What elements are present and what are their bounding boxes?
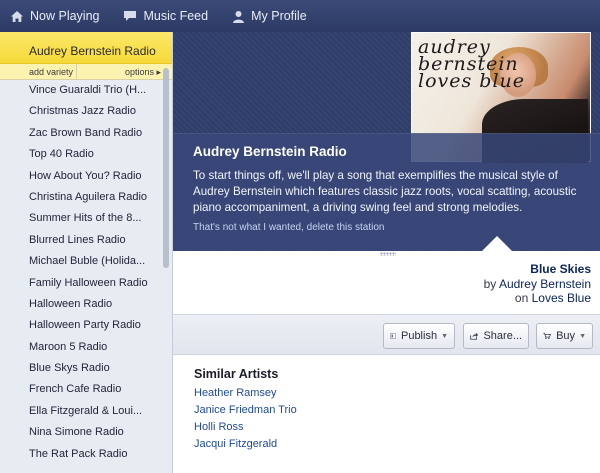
station-item[interactable]: Vince Guaraldi Trio (H...: [0, 80, 162, 101]
station-item[interactable]: Blurred Lines Radio: [0, 230, 162, 251]
speech-bubble-icon: [124, 11, 137, 21]
buy-label: Buy: [556, 330, 576, 342]
similar-artist-link[interactable]: Heather Ramsey: [194, 385, 297, 402]
track-toolbar: Publish ▼ Share... Buy ▼: [173, 314, 600, 355]
station-item[interactable]: Top 40 Radio: [0, 144, 162, 165]
shopping-cart-icon: [543, 332, 551, 340]
similar-artist-link[interactable]: Holli Ross: [194, 419, 297, 436]
station-info-panel: Audrey Bernstein Radio To start things o…: [173, 133, 600, 251]
station-item[interactable]: Zac Brown Band Radio: [0, 123, 162, 144]
options-button[interactable]: options ▸: [77, 64, 172, 79]
sidebar-scrollbar[interactable]: [163, 68, 169, 268]
station-hero: audrey bernstein loves blue Audrey Berns…: [173, 32, 600, 251]
station-list: Vince Guaraldi Trio (H... Christmas Jazz…: [0, 80, 172, 465]
album-art-title-line1: audrey bernstein: [418, 36, 519, 75]
nav-music-feed[interactable]: Music Feed: [123, 9, 208, 23]
user-icon: [233, 10, 245, 23]
similar-artist-link[interactable]: Jacqui Fitzgerald: [194, 436, 297, 453]
similar-artist-link[interactable]: Janice Friedman Trio: [194, 402, 297, 419]
station-item[interactable]: How About You? Radio: [0, 166, 162, 187]
station-item[interactable]: The Rat Pack Radio: [0, 444, 162, 465]
similar-artists-list: Heather Ramsey Janice Friedman Trio Holl…: [194, 385, 297, 453]
add-variety-button[interactable]: add variety: [0, 64, 77, 79]
artist-link[interactable]: Audrey Bernstein: [499, 277, 591, 291]
station-item[interactable]: Maroon 5 Radio: [0, 337, 162, 358]
publish-label: Publish: [400, 330, 438, 342]
album-link[interactable]: Loves Blue: [532, 291, 591, 305]
station-item[interactable]: Halloween Party Radio: [0, 315, 162, 336]
active-station[interactable]: Audrey Bernstein Radio: [0, 32, 172, 64]
track-album-line: on Loves Blue: [484, 291, 591, 306]
station-item[interactable]: Nina Simone Radio: [0, 422, 162, 443]
track-artist-line: by Audrey Bernstein: [484, 277, 591, 292]
share-label: Share...: [483, 330, 522, 342]
top-nav: Now Playing Music Feed My Profile: [0, 0, 600, 32]
publish-caret-icon: ▼: [441, 332, 448, 340]
active-station-label: Audrey Bernstein Radio: [29, 44, 156, 58]
station-item[interactable]: Summer Hits of the 8...: [0, 208, 162, 229]
share-icon: [470, 332, 479, 340]
home-icon: [11, 10, 23, 22]
station-item[interactable]: Christmas Jazz Radio: [0, 101, 162, 122]
station-item[interactable]: Christina Aguilera Radio: [0, 187, 162, 208]
station-item[interactable]: Family Halloween Radio: [0, 273, 162, 294]
publish-button[interactable]: Publish ▼: [383, 323, 455, 349]
nav-my-profile[interactable]: My Profile: [232, 9, 307, 23]
album-art-title-line2: loves blue: [418, 70, 526, 92]
station-item[interactable]: French Cafe Radio: [0, 379, 162, 400]
station-item[interactable]: Michael Buble (Holida...: [0, 251, 162, 272]
publish-icon: [390, 333, 396, 339]
station-sidebar: Audrey Bernstein Radio add variety optio…: [0, 32, 173, 473]
album-art-title: audrey bernstein loves blue: [418, 36, 590, 92]
buy-caret-icon: ▼: [579, 332, 586, 340]
panel-pointer: [482, 236, 512, 251]
delete-station-link[interactable]: That's not what I wanted, delete this st…: [193, 222, 580, 233]
station-tools: add variety options ▸: [0, 64, 172, 80]
nav-now-playing[interactable]: Now Playing: [10, 9, 99, 23]
buy-button[interactable]: Buy ▼: [536, 323, 593, 349]
station-item[interactable]: Halloween Radio: [0, 294, 162, 315]
by-prefix: by: [483, 276, 497, 291]
station-title: Audrey Bernstein Radio: [193, 144, 347, 159]
track-info: Blue Skies by Audrey Bernstein on Loves …: [484, 262, 591, 306]
station-item[interactable]: Ella Fitzgerald & Loui...: [0, 401, 162, 422]
nav-now-playing-label: Now Playing: [30, 9, 100, 23]
station-description: To start things off, we'll play a song t…: [193, 169, 577, 214]
nav-my-profile-label: My Profile: [251, 9, 307, 23]
share-button[interactable]: Share...: [463, 323, 529, 349]
resize-grip[interactable]: [380, 252, 396, 256]
similar-artists: Similar Artists Heather Ramsey Janice Fr…: [194, 367, 297, 453]
on-prefix: on: [514, 291, 529, 305]
station-item[interactable]: Blue Skys Radio: [0, 358, 162, 379]
similar-artists-title: Similar Artists: [194, 367, 279, 381]
song-title[interactable]: Blue Skies: [484, 262, 591, 277]
nav-music-feed-label: Music Feed: [143, 9, 209, 23]
